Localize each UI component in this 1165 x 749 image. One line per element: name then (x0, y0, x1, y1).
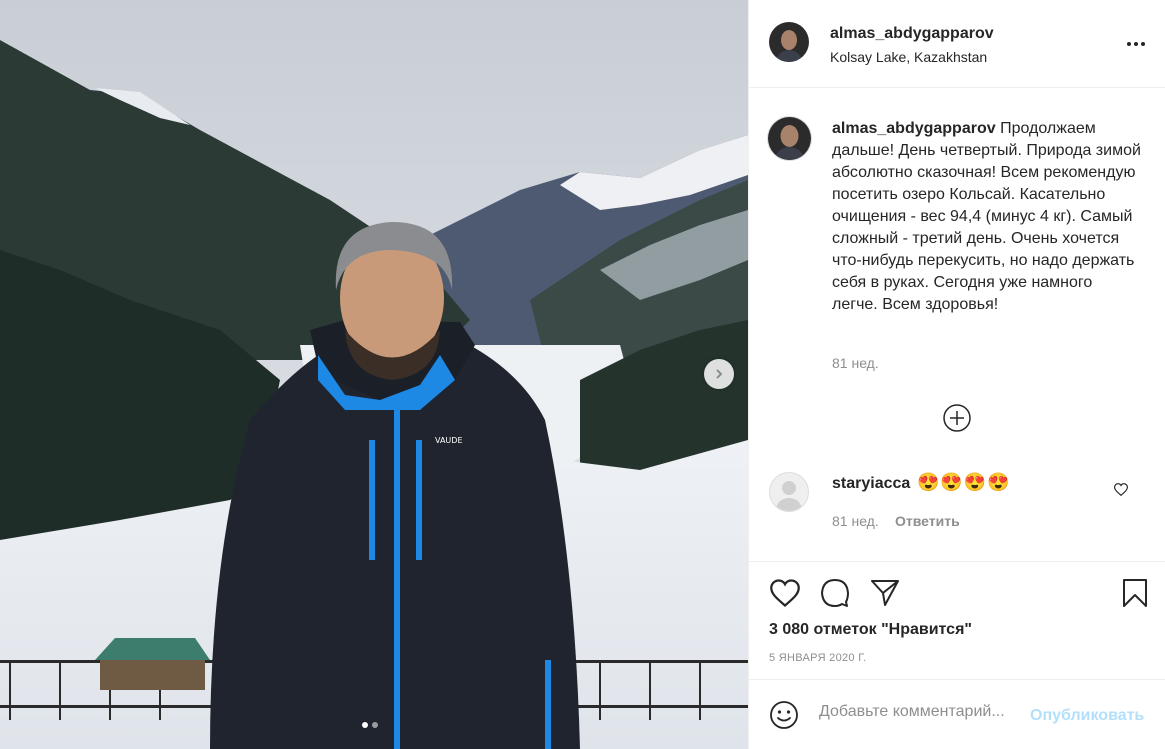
add-comment-bar: Опубликовать (749, 680, 1165, 749)
comment-timestamp[interactable]: 81 нед. (832, 513, 879, 529)
heart-outline-icon (1113, 483, 1129, 497)
carousel-dot-active (362, 722, 368, 728)
caption-author-avatar[interactable] (767, 116, 812, 161)
post-caption: almas_abdygapparov Продолжаем дальше! Де… (832, 118, 1142, 316)
post-location[interactable]: Kolsay Lake, Kazakhstan (830, 49, 987, 65)
post-date[interactable]: 5 ЯНВАРЯ 2020 Г. (769, 652, 866, 664)
author-username[interactable]: almas_abdygapparov (830, 25, 994, 43)
comment-input[interactable] (819, 703, 1029, 721)
emoji-picker-button[interactable] (769, 700, 799, 735)
paper-plane-icon (871, 580, 899, 606)
like-button[interactable] (768, 576, 802, 610)
post-side-panel: almas_abdygapparov Kolsay Lake, Kazakhst… (748, 0, 1165, 749)
save-button[interactable] (1118, 576, 1152, 610)
share-button[interactable] (868, 576, 902, 610)
post-photo[interactable]: VAUDE (0, 0, 748, 749)
comment-button[interactable] (818, 576, 852, 610)
carousel-next-button[interactable] (704, 359, 734, 389)
svg-text:VAUDE: VAUDE (435, 436, 463, 445)
comment-username[interactable]: staryiacca (832, 475, 910, 493)
bookmark-icon (1123, 579, 1147, 607)
comment-text: 😍😍😍😍 (917, 472, 1011, 492)
post-header: almas_abdygapparov Kolsay Lake, Kazakhst… (749, 0, 1165, 88)
author-avatar[interactable] (769, 22, 809, 62)
caption-timestamp[interactable]: 81 нед. (832, 355, 879, 371)
heart-outline-icon (770, 579, 800, 607)
chevron-right-icon (716, 369, 723, 379)
comment-like-button[interactable] (1113, 483, 1129, 501)
load-more-comments-button[interactable] (942, 403, 972, 433)
more-options-button[interactable] (1126, 36, 1146, 57)
comments-section: almas_abdygapparov Продолжаем дальше! Де… (749, 88, 1165, 562)
smiley-icon (770, 701, 798, 729)
post-photo-image: VAUDE (0, 0, 748, 749)
more-horizontal-icon (1127, 42, 1145, 46)
caption-username[interactable]: almas_abdygapparov (832, 120, 996, 137)
post-actions: 3 080 отметок "Нравится" 5 ЯНВАРЯ 2020 Г… (749, 562, 1165, 680)
reply-button[interactable]: Ответить (895, 513, 960, 529)
publish-comment-button[interactable]: Опубликовать (1030, 707, 1144, 725)
caption-text: Продолжаем дальше! День четвертый. Приро… (832, 120, 1141, 313)
likes-count[interactable]: 3 080 отметок "Нравится" (769, 621, 972, 639)
commenter-avatar[interactable] (769, 472, 809, 512)
carousel-dot (372, 722, 378, 728)
carousel-indicator (362, 722, 378, 728)
plus-circle-icon (943, 404, 971, 432)
comment-bubble-icon (821, 579, 849, 607)
